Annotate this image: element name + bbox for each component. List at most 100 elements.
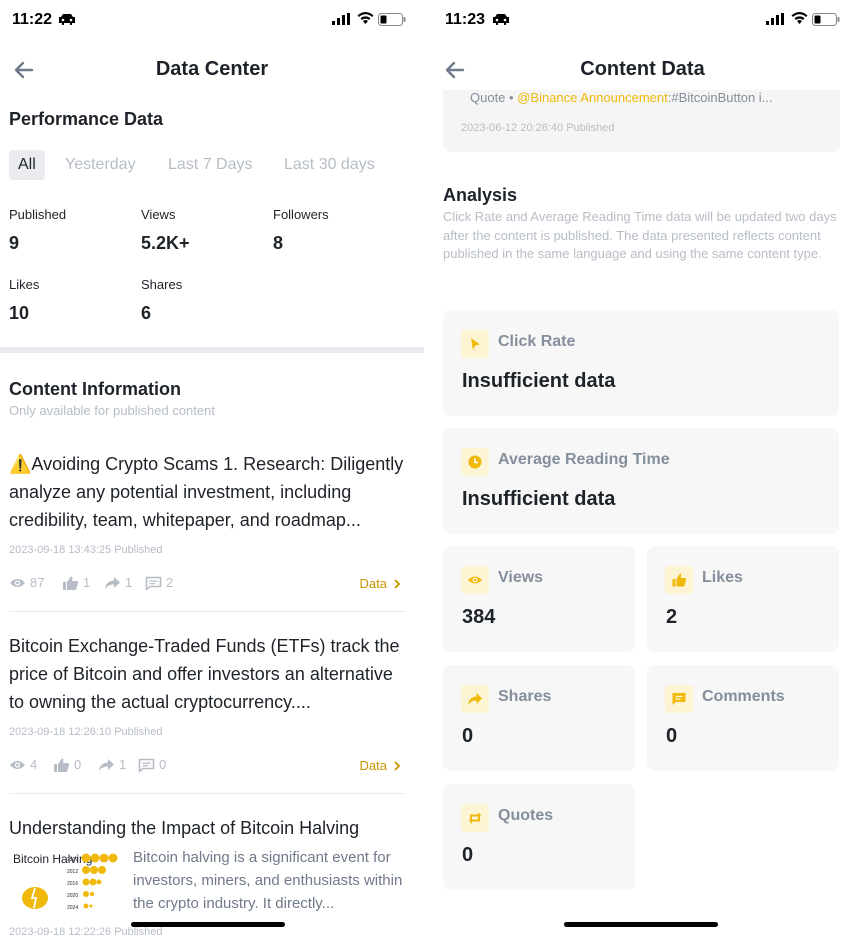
svg-text:2024: 2024 [67,905,78,911]
article-title-3[interactable]: Understanding the Impact of Bitcoin Halv… [9,814,409,842]
likes-metric: 1 [62,575,90,590]
comments-metric: 2 [145,575,173,590]
shares-metric: 1 [104,575,132,590]
comments-metric: 0 [138,757,166,772]
bitcoin-halving-thumbnail: Bitcoin Halving 2009 2012 2016 2020 2024 [9,848,125,912]
likes-value: 2 [666,606,678,628]
article-date-2: 2023-09-18 12:26:10 Published [9,726,163,738]
quote-date: 2023-06-12 20:26:40 Published [461,122,615,134]
stat-published-value: 9 [9,233,20,253]
tab-last-30-days[interactable]: Last 30 days [284,150,375,180]
article-title-2[interactable]: Bitcoin Exchange-Traded Funds (ETFs) tra… [9,632,409,716]
wifi-icon [791,12,808,24]
content-data-screen: 11:23 Quote • @Binance Announcement:#Bit… [431,0,854,940]
quotes-card: Quotes 0 [443,784,635,890]
thumbs-up-icon [63,576,79,590]
shares-value: 0 [462,725,474,747]
svg-text:2012: 2012 [67,869,78,875]
row-divider [9,793,406,794]
comment-icon [138,758,155,772]
status-bar: 11:22 [0,0,424,40]
comments-card: Comments 0 [647,665,839,771]
views-card: Views 384 [443,546,635,652]
quote-line: Quote • @Binance Announcement:#BitcoinBu… [470,90,773,105]
thumbs-up-icon [665,566,693,594]
chevron-right-icon [394,760,401,771]
analysis-description: Click Rate and Average Reading Time data… [443,209,837,261]
avg-reading-time-card: Average Reading Time Insufficient data [443,428,839,534]
thumbs-up-icon [54,758,70,772]
article-metrics-1: 87 1 1 2 [9,575,339,593]
analysis-title: Analysis [443,185,518,205]
status-time: 11:23 [445,11,486,28]
svg-text:2009: 2009 [67,857,78,863]
thumb-caption: Bitcoin Halving [13,852,92,866]
wifi-icon [357,12,374,24]
data-center-screen: 11:22 Data Center Performance Data All Y… [0,0,424,940]
article-date-3: 2023-09-18 12:22:26 Published [9,926,163,938]
car-icon [493,14,509,25]
stat-views-value: 5.2K+ [141,233,190,253]
cellular-signal-icon [332,13,350,25]
tab-last-7-days[interactable]: Last 7 Days [168,150,252,180]
click-rate-value: Insufficient data [462,370,616,392]
section-divider [0,347,424,353]
click-rate-label: Click Rate [498,333,576,350]
article-data-link-1[interactable]: Data [360,576,402,591]
quoted-post-card[interactable]: Quote • @Binance Announcement:#BitcoinBu… [443,90,840,152]
stat-likes-value: 10 [9,303,30,323]
tab-yesterday[interactable]: Yesterday [65,150,136,180]
stat-likes-label: Likes [9,277,40,292]
stat-published-label: Published [9,207,67,222]
repost-icon [461,804,489,832]
tab-all[interactable]: All [9,150,45,180]
views-metric: 87 [9,575,44,590]
battery-icon [812,13,840,26]
page-title: Data Center [155,58,269,80]
views-value: 384 [462,606,496,628]
content-info-title: Content Information [9,379,181,399]
article-data-link-2[interactable]: Data [360,758,402,773]
eye-icon [461,566,489,594]
car-icon [59,14,75,25]
article-title-1[interactable]: ⚠️Avoiding Crypto Scams 1. Research: Dil… [9,450,409,534]
stat-shares-value: 6 [141,303,152,323]
comments-label: Comments [702,688,785,705]
clock-icon [461,448,489,476]
comment-icon [145,576,162,590]
battery-icon [378,13,406,26]
home-indicator[interactable] [564,922,718,927]
views-metric: 4 [9,757,37,772]
comments-value: 0 [666,725,678,747]
article-metrics-2: 4 0 1 0 [9,757,339,775]
stat-shares-label: Shares [141,277,183,292]
svg-text:2016: 2016 [67,881,78,887]
stat-followers-value: 8 [273,233,284,253]
quotes-label: Quotes [498,807,554,824]
content-info-subtitle: Only available for published content [9,403,215,418]
stat-views-label: Views [141,207,176,222]
comment-icon [665,685,693,713]
navigation-bar: Content Data [431,50,854,90]
cellular-signal-icon [766,13,784,25]
warning-icon: ⚠️ [9,454,32,474]
row-divider [9,611,406,612]
share-arrow-icon [461,685,489,713]
quotes-value: 0 [462,844,474,866]
svg-text:2020: 2020 [67,893,78,899]
stat-followers-label: Followers [273,207,329,222]
eye-icon [10,578,25,587]
likes-card: Likes 2 [647,546,839,652]
shares-label: Shares [498,688,552,705]
navigation-bar: Data Center [0,50,424,90]
performance-section-title: Performance Data [9,109,164,129]
click-rate-card: Click Rate Insufficient data [443,310,839,416]
shares-metric: 1 [98,757,126,772]
eye-icon [10,760,25,769]
views-label: Views [498,569,544,586]
home-indicator[interactable] [131,922,285,927]
status-bar: 11:23 [431,0,854,40]
page-title: Content Data [580,58,705,80]
quoted-handle[interactable]: @Binance Announcement [517,90,668,105]
chevron-right-icon [394,578,401,589]
